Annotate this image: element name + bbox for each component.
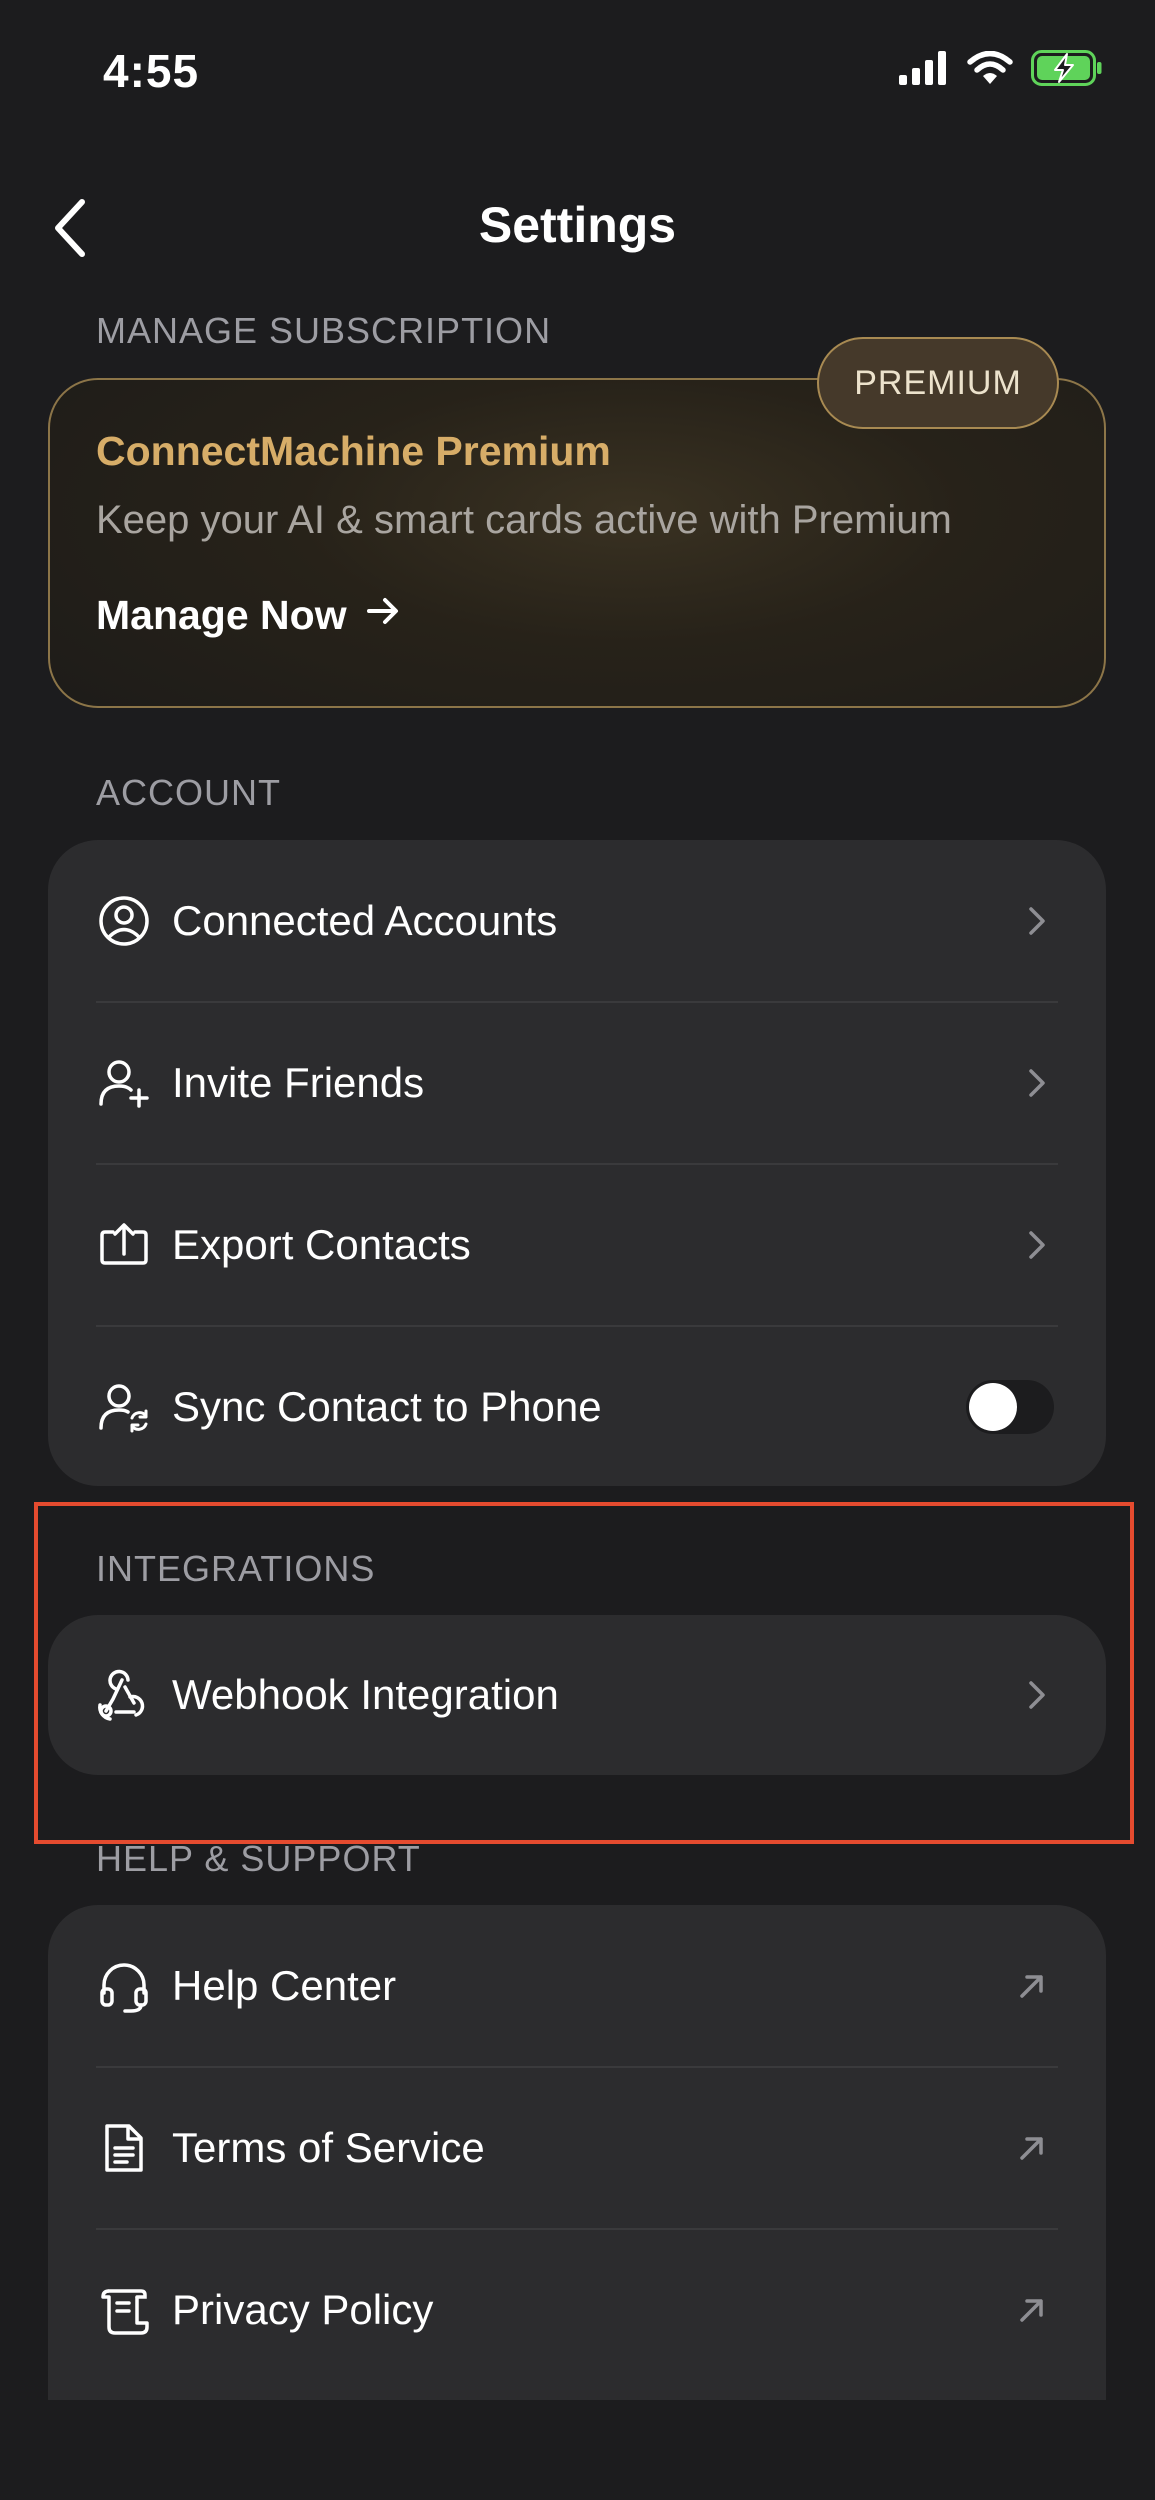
page-title: Settings — [478, 197, 677, 253]
scroll-icon — [94, 2280, 154, 2340]
chevron-right-icon — [1022, 901, 1052, 941]
row-label: Privacy Policy — [172, 2286, 434, 2333]
row-terms-of-service[interactable]: Terms of Service — [48, 2067, 1106, 2229]
status-time: 4:55 — [103, 45, 200, 97]
section-label-subscription: MANAGE SUBSCRIPTION — [96, 310, 552, 351]
sync-contact-toggle[interactable] — [966, 1380, 1054, 1434]
external-link-icon — [1012, 2290, 1052, 2330]
premium-badge: PREMIUM — [817, 337, 1059, 429]
export-icon — [94, 1215, 154, 1275]
premium-title: ConnectMachine Premium — [96, 428, 611, 474]
row-invite-friends[interactable]: Invite Friends — [48, 1002, 1106, 1164]
row-label: Help Center — [172, 1962, 397, 2009]
premium-description: Keep your AI & smart cards active with P… — [96, 498, 952, 542]
row-label: Invite Friends — [172, 1059, 425, 1106]
settings-screen: 4:55 Settings MANAGE SUBSCRIPTION Connec… — [0, 0, 1155, 2500]
external-link-icon — [1012, 1966, 1052, 2006]
integrations-card: Webhook Integration — [48, 1615, 1106, 1775]
section-label-account: ACCOUNT — [96, 772, 281, 813]
row-export-contacts[interactable]: Export Contacts — [48, 1164, 1106, 1326]
battery-charging-icon — [1031, 50, 1103, 91]
row-label: Connected Accounts — [172, 897, 558, 944]
account-card: Connected Accounts Invite Friends Export… — [48, 840, 1106, 1486]
user-sync-icon — [94, 1377, 154, 1437]
row-sync-contact: Sync Contact to Phone — [48, 1326, 1106, 1486]
section-label-help-support: HELP & SUPPORT — [96, 1838, 421, 1879]
row-connected-accounts[interactable]: Connected Accounts — [48, 840, 1106, 1002]
status-bar: 4:55 — [0, 0, 1155, 150]
row-privacy-policy[interactable]: Privacy Policy — [48, 2229, 1106, 2391]
cellular-signal-icon — [899, 51, 949, 90]
external-link-icon — [1012, 2128, 1052, 2168]
row-help-center[interactable]: Help Center — [48, 1905, 1106, 2067]
chevron-right-icon — [1022, 1675, 1052, 1715]
chevron-right-icon — [1022, 1063, 1052, 1103]
row-label: Webhook Integration — [172, 1671, 559, 1718]
row-webhook-integration[interactable]: Webhook Integration — [48, 1615, 1106, 1775]
status-icons — [899, 50, 1103, 91]
row-label: Terms of Service — [172, 2124, 485, 2171]
manage-now-label: Manage Now — [96, 592, 347, 638]
row-label: Export Contacts — [172, 1221, 471, 1268]
webhook-icon — [94, 1665, 154, 1725]
toggle-knob — [969, 1383, 1017, 1431]
header: Settings — [0, 180, 1155, 280]
headset-icon — [94, 1956, 154, 2016]
chevron-right-icon — [1022, 1225, 1052, 1265]
user-plus-icon — [94, 1053, 154, 1113]
document-icon — [94, 2118, 154, 2178]
help-support-card: Help Center Terms of Service Privacy Pol… — [48, 1905, 1106, 2400]
section-label-integrations: INTEGRATIONS — [96, 1548, 376, 1589]
wifi-icon — [967, 50, 1013, 90]
user-circle-icon — [94, 891, 154, 951]
row-label: Sync Contact to Phone — [172, 1383, 602, 1430]
arrow-right-icon — [365, 592, 401, 639]
manage-now-button[interactable]: Manage Now — [96, 592, 401, 639]
